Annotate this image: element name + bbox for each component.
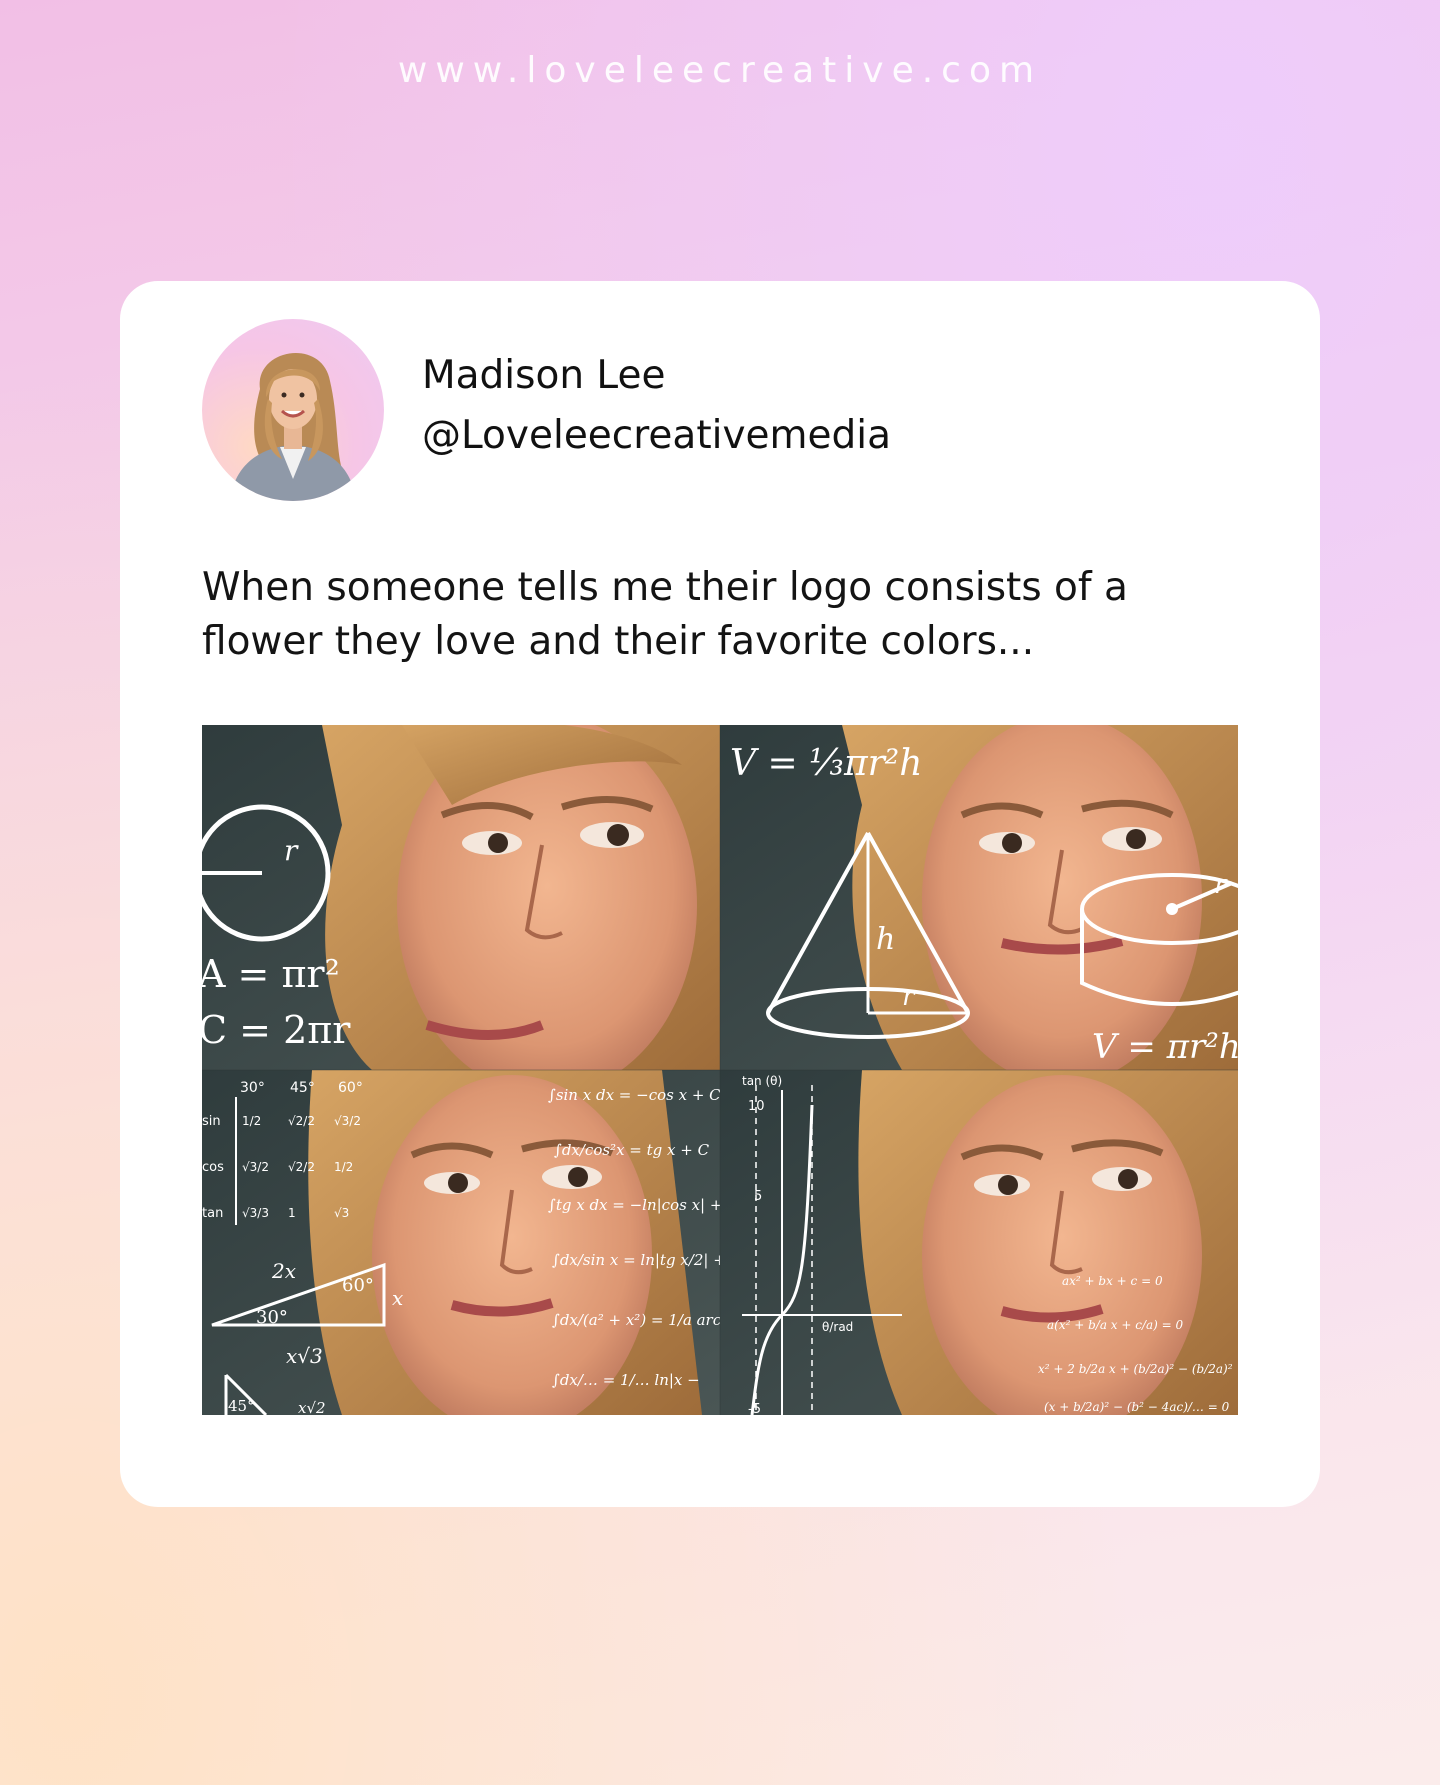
trig-cell: √2/2	[288, 1114, 315, 1128]
meme-panel-2: V = ⅓πr²h h r r V = πr²h	[720, 725, 1238, 1070]
trig-row-label: sin	[202, 1114, 221, 1129]
equation-line: a(x² + b/a x + c/a) = 0	[1047, 1318, 1184, 1332]
triangle-label: x√3	[286, 1344, 323, 1368]
trig-cell: √3/3	[242, 1206, 269, 1220]
equation-line: ax² + bx + c = 0	[1062, 1274, 1163, 1288]
meme-panel-1: r A = πr² C = 2πr	[202, 725, 720, 1070]
site-url[interactable]: www.loveleecreative.com	[0, 50, 1440, 91]
equation-line: x² + 2 b/2a x + (b/2a)² − (b/2a)²	[1038, 1362, 1233, 1376]
trig-cell: 1	[288, 1206, 296, 1220]
corner-label: 45°	[228, 1397, 255, 1415]
axis-tick: 5	[754, 1189, 762, 1204]
author-name[interactable]: Madison Lee	[422, 353, 665, 398]
trig-row-label: cos	[202, 1160, 224, 1175]
x-axis-label: θ/rad	[822, 1320, 853, 1334]
cylinder-formula: V = πr²h	[1092, 1027, 1238, 1067]
meme-panel-3: 30° 45° 60° sin cos tan 1/2 √2/2 √3/2 √3…	[202, 1070, 743, 1415]
author-avatar[interactable]	[202, 319, 384, 501]
trig-cell: √2/2	[288, 1160, 315, 1174]
author-handle[interactable]: @Loveleecreativemedia	[422, 413, 891, 458]
triangle-label: x	[392, 1286, 403, 1310]
post-card: Madison Lee @Loveleecreativemedia When s…	[120, 281, 1320, 1507]
integral-line: ∫dx/… = 1/… ln|x −	[552, 1371, 700, 1389]
integral-line: ∫dx/sin x = ln|tg x/2| + C	[552, 1251, 743, 1269]
axis-tick: -5	[748, 1402, 761, 1415]
trig-header: 45°	[290, 1080, 315, 1096]
y-axis-label: tan (θ)	[742, 1074, 782, 1088]
integral-line: ∫sin x dx = −cos x + C	[548, 1086, 721, 1104]
circumference-formula: C = 2πr	[202, 1008, 351, 1052]
avatar-portrait-image	[230, 353, 356, 501]
equation-line: (x + b/2a)² − (b² − 4ac)/… = 0	[1044, 1400, 1230, 1414]
triangle-label: 30°	[256, 1307, 288, 1328]
trig-row-label: tan	[202, 1206, 223, 1221]
trig-cell: √3/2	[242, 1160, 269, 1174]
corner-label: x√2	[298, 1399, 326, 1415]
area-formula: A = πr²	[202, 952, 340, 996]
trig-header: 30°	[240, 1080, 265, 1096]
triangle-label: 60°	[342, 1275, 374, 1296]
integral-line: ∫tg x dx = −ln|cos x| +	[548, 1196, 722, 1214]
integral-line: ∫dx/(a² + x²) = 1/a arctg	[552, 1311, 737, 1329]
trig-header: 60°	[338, 1080, 363, 1096]
cone-radius-label: r	[902, 982, 916, 1012]
triangle-label: 2x	[271, 1259, 296, 1283]
trig-cell: √3/2	[334, 1114, 361, 1128]
panel1-radius-label: r	[284, 834, 299, 867]
trig-cell: 1/2	[334, 1160, 353, 1174]
cylinder-radius-label: r	[1214, 870, 1228, 900]
trig-cell: 1/2	[242, 1114, 261, 1128]
math-lady-meme-image: r A = πr² C = 2πr V = ⅓πr²h h r r V = πr…	[202, 725, 1238, 1415]
cone-height-label: h	[876, 922, 895, 957]
meme-panel-4: tan (θ) 10 5 -5 θ/rad ax² + bx + c = 0 a…	[720, 1070, 1238, 1415]
integral-line: ∫dx/cos²x = tg x + C	[554, 1141, 710, 1159]
cone-formula: V = ⅓πr²h	[730, 743, 922, 784]
trig-cell: √3	[334, 1206, 349, 1220]
axis-tick: 10	[748, 1099, 765, 1114]
post-text: When someone tells me their logo consist…	[202, 565, 1128, 664]
